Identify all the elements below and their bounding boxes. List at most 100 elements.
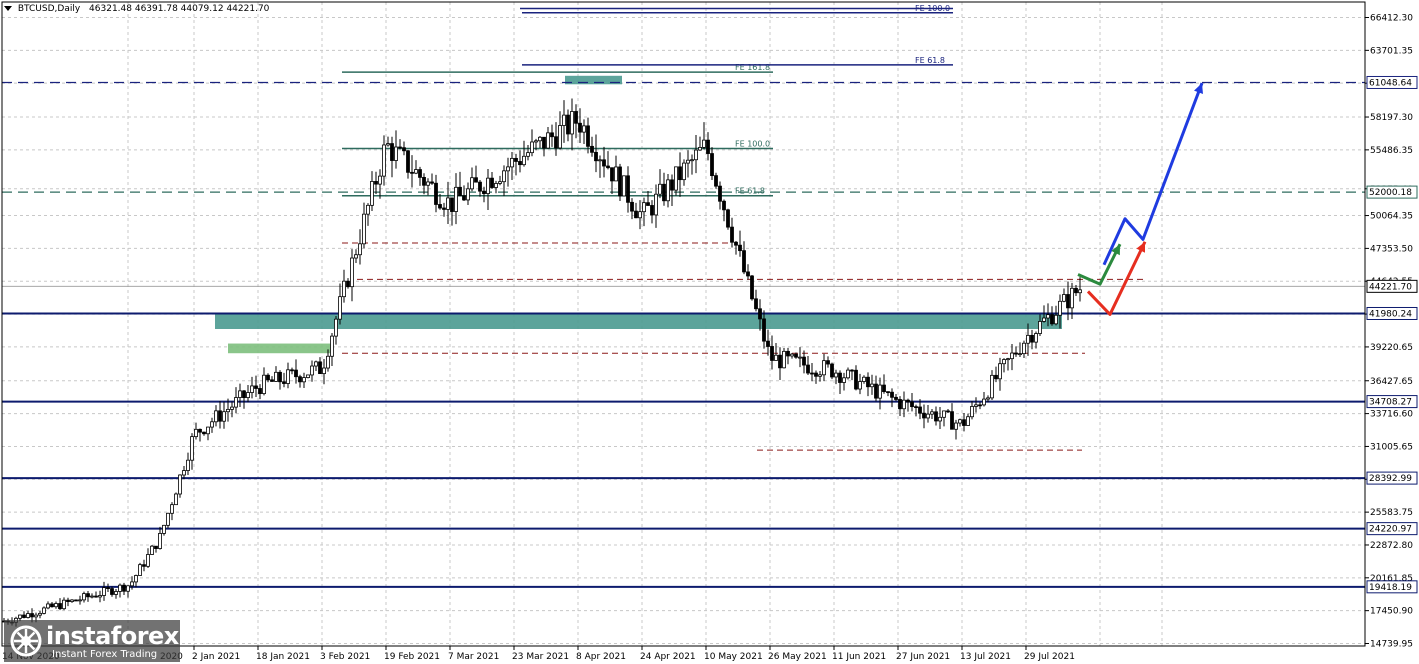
- candle-body: [406, 150, 410, 173]
- candle-body: [598, 159, 602, 162]
- price-tick-label: 17450.90: [1370, 607, 1413, 617]
- dropdown-triangle-icon[interactable]: [4, 6, 12, 11]
- candle-body: [830, 363, 834, 378]
- candle-body: [46, 603, 50, 609]
- candle-body: [482, 190, 486, 195]
- candle-body: [606, 165, 610, 169]
- candle-body: [118, 584, 122, 592]
- candle-body: [338, 296, 342, 320]
- date-tick-label: 24 Apr 2021: [640, 652, 696, 662]
- candle-body: [898, 399, 902, 410]
- candle-body: [550, 132, 554, 138]
- candle-body: [582, 125, 586, 133]
- candle-body: [534, 140, 538, 143]
- candle-body: [962, 419, 966, 426]
- candle-body: [214, 410, 218, 423]
- candle-body: [882, 384, 886, 393]
- candle-body: [742, 250, 746, 273]
- instaforex-logo-icon: [10, 625, 42, 657]
- candle-body: [658, 183, 662, 195]
- candle-body: [246, 392, 250, 399]
- candle-body: [822, 360, 826, 376]
- candle-body: [522, 155, 526, 166]
- candle-body: [114, 591, 118, 595]
- candle-body: [438, 204, 442, 209]
- candle-body: [630, 201, 634, 212]
- date-tick-label: 23 Mar 2021: [512, 652, 569, 662]
- candle-body: [862, 376, 866, 382]
- candle-body: [794, 353, 798, 358]
- candle-body: [142, 564, 146, 567]
- candle-body: [166, 512, 170, 526]
- candle-body: [458, 186, 462, 197]
- candle-body: [986, 397, 990, 400]
- candle-body: [546, 132, 550, 149]
- candle-body: [242, 390, 246, 399]
- price-chart[interactable]: FE 161.8FE 100.0FE 61.8FE 61.8FE 100.0 6…: [0, 0, 1419, 664]
- candle-body: [258, 388, 262, 394]
- candle-body: [382, 144, 386, 177]
- candle-body: [158, 533, 162, 549]
- price-tick-label: 22872.80: [1370, 541, 1413, 551]
- candle-body: [66, 599, 70, 602]
- candle-body: [1010, 352, 1014, 360]
- candle-body: [42, 607, 46, 614]
- date-tick-label: 18 Jan 2021: [256, 652, 310, 662]
- candle-body: [1078, 289, 1082, 294]
- candle-body: [578, 122, 582, 133]
- candle-body: [918, 406, 922, 414]
- current-price-label: 44221.70: [1369, 282, 1412, 292]
- price-tick-label: 66412.30: [1370, 14, 1413, 24]
- candle-body: [174, 493, 178, 506]
- candle-body: [170, 504, 174, 514]
- candle-body: [782, 350, 786, 369]
- date-tick-label: 11 Jun 2021: [832, 652, 886, 662]
- candle-body: [1070, 287, 1074, 309]
- candle-body: [642, 202, 646, 213]
- candle-body: [870, 383, 874, 388]
- candle-body: [302, 377, 306, 383]
- candle-body: [810, 372, 814, 375]
- candle-body: [318, 361, 322, 375]
- candle-body: [190, 436, 194, 461]
- candle-body: [314, 361, 318, 367]
- watermark-brand: instaforex: [46, 622, 179, 650]
- candle-body: [562, 114, 566, 126]
- candle-body: [718, 185, 722, 202]
- price-tick-label: 33716.60: [1370, 410, 1413, 420]
- watermark-tagline: Instant Forex Trading: [52, 649, 158, 660]
- candle-body: [18, 614, 22, 619]
- candle-body: [58, 603, 62, 610]
- candle-body: [906, 399, 910, 403]
- candle-body: [262, 374, 266, 394]
- candle-body: [162, 524, 166, 534]
- candle-body: [758, 308, 762, 320]
- candle-body: [650, 205, 654, 216]
- candle-body: [614, 166, 618, 182]
- candle-body: [194, 428, 198, 438]
- candle-body: [674, 166, 678, 191]
- candle-body: [542, 136, 546, 149]
- candle-body: [178, 474, 182, 495]
- price-tag-label: 19418.19: [1369, 583, 1412, 593]
- candle-body: [734, 241, 738, 246]
- candle-body: [666, 179, 670, 202]
- price-tag-label: 41980.24: [1369, 309, 1412, 319]
- candle-body: [186, 459, 190, 471]
- candle-body: [858, 381, 862, 390]
- candle-body: [202, 431, 206, 435]
- candle-body: [970, 406, 974, 418]
- candle-body: [886, 391, 890, 394]
- candle-body: [26, 613, 30, 618]
- date-tick-label: 7 Mar 2021: [448, 652, 499, 662]
- candle-body: [586, 125, 590, 147]
- support-resistance-zone: [215, 313, 1062, 329]
- candle-body: [266, 374, 270, 381]
- price-tick-label: 58197.30: [1370, 113, 1413, 123]
- candle-body: [990, 374, 994, 399]
- candle-body: [910, 401, 914, 408]
- candle-body: [762, 318, 766, 342]
- candle-body: [774, 354, 778, 361]
- candle-body: [806, 364, 810, 374]
- price-tag-label: 24220.97: [1369, 525, 1412, 535]
